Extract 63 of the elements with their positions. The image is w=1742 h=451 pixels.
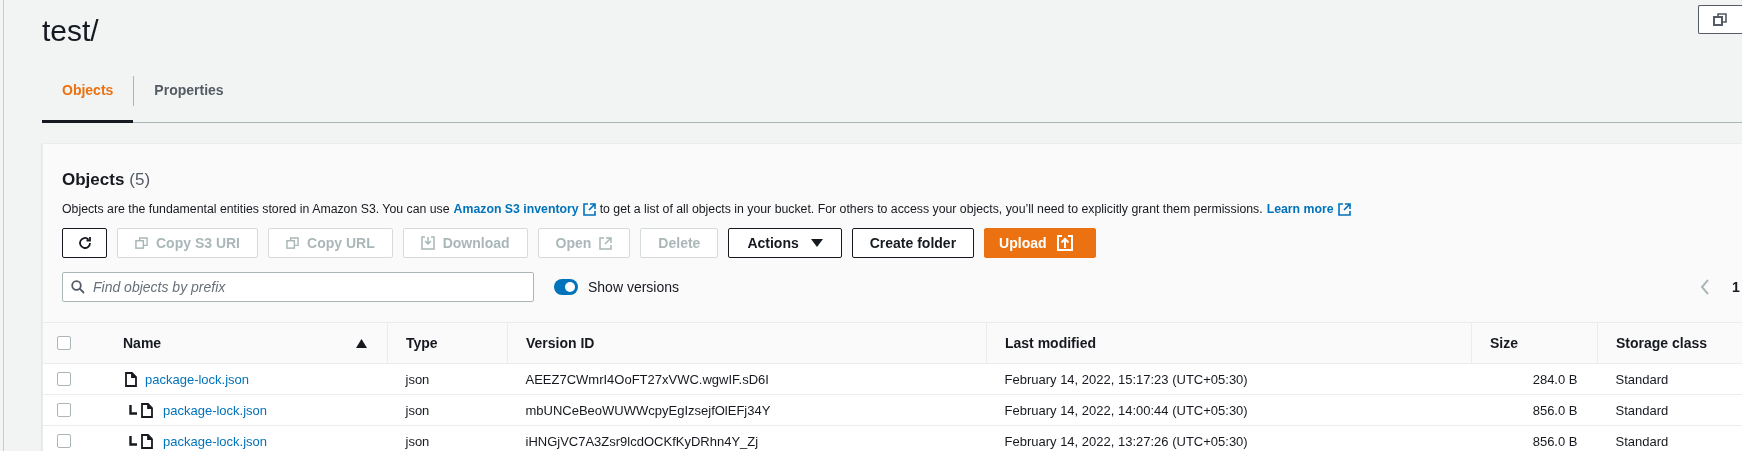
page-number[interactable]: 1 (1732, 279, 1742, 295)
copy-icon (286, 236, 299, 250)
version-branch-icon (129, 405, 137, 415)
copy-button[interactable] (1698, 5, 1742, 34)
table-cell: json (405, 433, 430, 449)
refresh-button[interactable] (62, 228, 107, 258)
toggle-switch[interactable] (554, 279, 578, 295)
column-header[interactable]: Name (123, 335, 162, 351)
object-count: (5) (129, 170, 151, 190)
tab[interactable]: Objects (42, 60, 134, 123)
object-name-link[interactable]: package-lock.json (163, 402, 268, 418)
toggle-label: Show versions (588, 279, 680, 295)
row-checkbox[interactable] (57, 434, 71, 448)
upload-icon (1056, 235, 1073, 251)
table-cell: February 14, 2022, 15:17:23 (UTC+05:30) (1004, 371, 1248, 387)
column-header[interactable]: Type (406, 335, 438, 351)
description-text: to get a list of all objects in your bucket. For others to access your objects, you’ll need to explicitly grant them permissions. (599, 202, 1263, 216)
page-title: test/ (42, 14, 99, 48)
file-icon (141, 402, 153, 418)
file-icon (141, 433, 153, 449)
table-cell: Standard (1615, 371, 1669, 387)
refresh-icon (76, 235, 93, 251)
table-cell: json (405, 371, 430, 387)
table-cell: mbUNCeBeoWUWWcpyEgIzsejfOlEFj34Y (525, 402, 771, 418)
download-icon (420, 236, 435, 250)
tab[interactable]: Properties (134, 60, 244, 123)
column-header[interactable]: Version ID (526, 335, 595, 351)
upload-button[interactable]: Upload (984, 228, 1097, 258)
table-cell: json (405, 402, 430, 418)
table-cell: AEEZ7CWmrI4OoFT27xVWC.wgwIF.sD6I (525, 371, 769, 387)
toolbar-button[interactable]: Create folder (851, 228, 975, 258)
row-checkbox[interactable] (57, 372, 71, 386)
search-icon (71, 280, 85, 294)
inventory-link[interactable]: Amazon S3 inventory (453, 202, 579, 216)
external-link-icon (599, 236, 613, 250)
version-branch-icon (129, 436, 137, 446)
table-cell: Standard (1615, 433, 1669, 449)
column-header[interactable]: Storage class (1616, 335, 1708, 351)
panel-heading: Objects (62, 170, 125, 190)
actions-dropdown[interactable]: Actions (728, 228, 842, 258)
file-icon (125, 371, 137, 387)
column-header[interactable]: Last modified (1005, 335, 1096, 351)
table-cell: 856.0 B (1532, 402, 1578, 418)
row-checkbox[interactable] (57, 403, 71, 417)
table-cell: February 14, 2022, 14:00:44 (UTC+05:30) (1004, 402, 1248, 418)
select-all-checkbox[interactable] (57, 336, 71, 350)
caret-icon (810, 238, 823, 248)
previous-page-icon[interactable] (1700, 279, 1710, 295)
copy-icon (135, 236, 148, 250)
search-field[interactable]: Find objects by prefix (62, 272, 534, 302)
copy-icon (1713, 12, 1727, 27)
table-cell: 284.0 B (1532, 371, 1578, 387)
object-name-link[interactable]: package-lock.json (145, 371, 250, 387)
learn-more-link[interactable]: Learn more (1266, 202, 1334, 216)
external-link-icon (582, 202, 596, 216)
table-cell: 856.0 B (1532, 433, 1578, 449)
table-cell: February 14, 2022, 13:27:26 (UTC+05:30) (1004, 433, 1248, 449)
description-text: Objects are the fundamental entities stored in Amazon S3. You can use (62, 202, 450, 216)
column-header[interactable]: Size (1490, 335, 1518, 351)
table-cell: iHNGjVC7A3Zsr9lcdOCKfKyDRhn4Y_Zj (525, 433, 759, 449)
external-link-icon (1337, 202, 1351, 216)
table-cell: Standard (1615, 402, 1669, 418)
sort-ascending-icon[interactable] (356, 338, 367, 348)
